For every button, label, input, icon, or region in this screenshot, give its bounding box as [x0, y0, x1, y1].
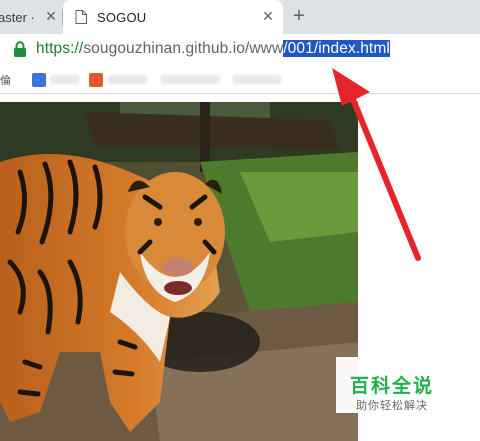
bookmark-label-blurred[interactable]: [232, 75, 282, 84]
lock-icon[interactable]: [13, 41, 27, 57]
address-bar: https://sougouzhinan.github.io/www/001/i…: [0, 34, 480, 64]
bookmark-label-blurred[interactable]: [107, 75, 147, 84]
tab-strip: aster · ✕ SOGOU ✕ +: [0, 0, 480, 34]
tab-title: SOGOU: [97, 9, 147, 25]
tab-sogou[interactable]: SOGOU ✕: [63, 0, 283, 34]
bookmark-blue-icon[interactable]: [32, 73, 46, 87]
watermark: 百科全说 助你轻松解决: [336, 357, 456, 413]
bookmark-orange-icon[interactable]: [89, 73, 103, 87]
watermark-title: 百科全说: [350, 375, 435, 397]
document-icon: [75, 10, 87, 24]
watermark-subtitle: 助你轻松解决: [356, 399, 428, 412]
close-icon[interactable]: ✕: [261, 9, 275, 23]
url-host: sougouzhinan.github.io/www: [83, 40, 284, 57]
bookmark-edge-text[interactable]: 倫: [0, 72, 11, 88]
url-field[interactable]: https://sougouzhinan.github.io/www/001/i…: [36, 40, 390, 58]
tiger-photo: [0, 102, 358, 441]
tab-inactive[interactable]: aster · ✕: [0, 0, 62, 34]
bookmarks-bar: 倫: [0, 64, 480, 94]
plus-icon[interactable]: +: [289, 6, 309, 26]
close-icon[interactable]: ✕: [44, 9, 58, 23]
url-scheme: https://: [36, 40, 84, 57]
bookmark-label-blurred[interactable]: [50, 75, 80, 84]
url-selected-path: /001/index.html: [283, 40, 390, 57]
bookmark-label-blurred[interactable]: [160, 75, 220, 84]
tab-title: aster ·: [0, 9, 35, 25]
